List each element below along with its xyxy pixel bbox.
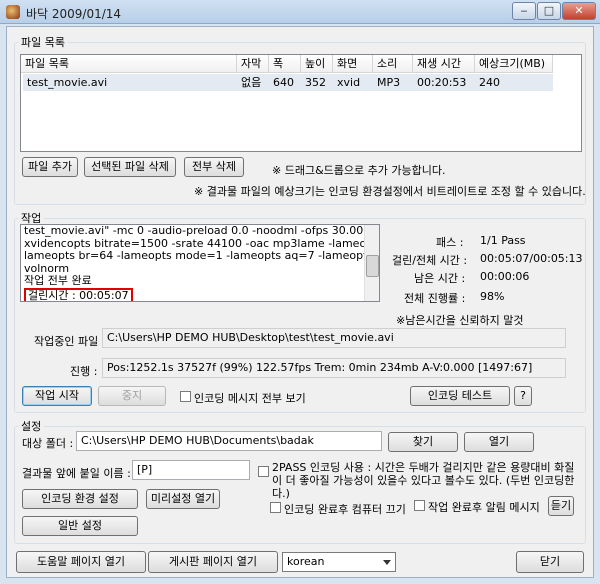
open-button[interactable]: 열기: [464, 432, 534, 452]
log-line: lameopts br=64 -lameopts mode=1 -lameopt…: [24, 249, 379, 262]
prefix-input[interactable]: [P]: [132, 460, 250, 480]
twopass-checkbox[interactable]: [258, 466, 269, 477]
chevron-down-icon: [383, 560, 391, 565]
column-header-video[interactable]: 화면: [333, 55, 373, 73]
cell-size: 240: [479, 76, 500, 89]
help-button[interactable]: ?: [514, 386, 532, 406]
minimize-button[interactable]: ‒: [512, 2, 536, 20]
settings-group-label: 설정: [18, 418, 45, 434]
elapsed-highlight: 걸린시간 : 00:05:07: [24, 287, 133, 301]
cell-file-name: test_movie.avi: [27, 76, 108, 89]
scrollbar-thumb[interactable]: [366, 255, 379, 277]
window-title: 바닥 2009/01/14: [26, 7, 122, 21]
log-scrollbar[interactable]: [364, 225, 379, 301]
current-file-label: 작업중인 파일 :: [34, 335, 106, 348]
file-list-group-label: 파일 목록: [18, 34, 68, 50]
column-header-file[interactable]: 파일 목록: [21, 55, 237, 73]
twopass-label: 2PASS 인코딩 사용 : 시간은 두배가 걸리지만 같은 용량대비 화질이 …: [272, 461, 575, 500]
column-header-size[interactable]: 예상크기(MB): [475, 55, 553, 73]
target-folder-input[interactable]: C:\Users\HP DEMO HUB\Documents\badak: [76, 431, 382, 451]
log-line: 작업 전부 완료: [24, 274, 92, 287]
show-all-messages-label: 인코딩 메시지 전부 보기: [194, 392, 306, 405]
general-settings-button[interactable]: 일반 설정: [22, 516, 138, 536]
prefix-label: 결과물 앞에 붙일 이름 :: [22, 467, 131, 480]
column-header-subtitle[interactable]: 자막: [237, 55, 269, 73]
notify-label: 작업 완료후 알림 메시지: [428, 501, 540, 514]
cell-subtitle: 없음: [241, 76, 262, 89]
show-all-messages-checkbox[interactable]: [180, 391, 191, 402]
cell-video: xvid: [337, 76, 361, 89]
target-folder-label: 대상 폴더 :: [22, 437, 74, 450]
encoding-settings-button[interactable]: 인코딩 환경 설정: [22, 489, 138, 509]
encoding-test-button[interactable]: 인코딩 테스트: [410, 386, 510, 406]
help-page-button[interactable]: 도움말 페이지 열기: [16, 551, 146, 573]
column-header-audio[interactable]: 소리: [373, 55, 413, 73]
notify-checkbox[interactable]: [414, 500, 425, 511]
shutdown-label: 인코딩 완료후 컴퓨터 끄기: [284, 503, 406, 516]
cell-width: 640: [273, 76, 294, 89]
cell-height: 352: [305, 76, 326, 89]
elapsed-value: 00:05:07/00:05:13: [480, 252, 583, 265]
add-file-button[interactable]: 파일 추가: [22, 157, 78, 177]
language-select[interactable]: korean: [282, 552, 396, 572]
log-output[interactable]: test_movie.avi" -mc 0 -audio-preload 0.0…: [20, 224, 380, 302]
close-button[interactable]: 닫기: [516, 551, 584, 573]
remove-all-button[interactable]: 전부 삭제: [184, 157, 244, 177]
open-preset-button[interactable]: 미리설정 열기: [146, 489, 220, 509]
language-selected-value: korean: [287, 555, 325, 568]
stop-button[interactable]: 중지: [98, 386, 166, 406]
cell-audio: MP3: [377, 76, 401, 89]
column-header-height[interactable]: 높이: [301, 55, 333, 73]
elapsed-log-line: 걸린시간 : 00:05:07: [21, 287, 133, 301]
log-line: test_movie.avi" -mc 0 -audio-preload 0.0…: [24, 224, 379, 237]
progress-value: 98%: [480, 290, 505, 303]
file-list-view[interactable]: 파일 목록 자막 폭 높이 화면 소리 재생 시간 예상크기(MB) test_…: [20, 54, 582, 152]
drag-drop-hint: ※ 드래그&드롭으로 추가 가능합니다.: [272, 164, 446, 177]
title-bar: 바닥 2009/01/14 ‒ □ ✕: [0, 0, 600, 24]
start-job-button[interactable]: 작업 시작: [22, 386, 92, 406]
cell-duration: 00:20:53: [417, 76, 467, 89]
remaining-note: ※남은시간을 신뢰하지 말것: [396, 314, 524, 327]
column-header-duration[interactable]: 재생 시간: [413, 55, 475, 73]
app-icon: [6, 5, 20, 19]
status-label: 진행 :: [70, 365, 98, 378]
close-window-button[interactable]: ✕: [562, 2, 596, 20]
board-page-button[interactable]: 게시판 페이지 열기: [148, 551, 278, 573]
remove-selected-button[interactable]: 선택된 파일 삭제: [84, 157, 176, 177]
pass-label: 패스 :: [436, 236, 464, 249]
remaining-label: 남은 시간 :: [414, 272, 466, 285]
current-file-field: C:\Users\HP DEMO HUB\Desktop\test\test_m…: [102, 328, 566, 348]
pass-value: 1/1 Pass: [480, 234, 526, 247]
find-button[interactable]: 찾기: [388, 432, 458, 452]
shutdown-checkbox[interactable]: [270, 502, 281, 513]
listen-button[interactable]: 듣기: [548, 496, 574, 516]
column-header-width[interactable]: 폭: [269, 55, 301, 73]
elapsed-label: 걸린/전체 시간 :: [392, 254, 468, 267]
status-field: Pos:1252.1s 37527f (99%) 122.57fps Trem:…: [102, 358, 566, 378]
progress-label: 전체 진행률 :: [404, 292, 466, 305]
size-hint: ※ 결과물 파일의 예상크기는 인코딩 환경설정에서 비트레이트로 조정 할 수…: [194, 185, 586, 198]
remaining-value: 00:00:06: [480, 270, 530, 283]
maximize-button[interactable]: □: [537, 2, 561, 20]
